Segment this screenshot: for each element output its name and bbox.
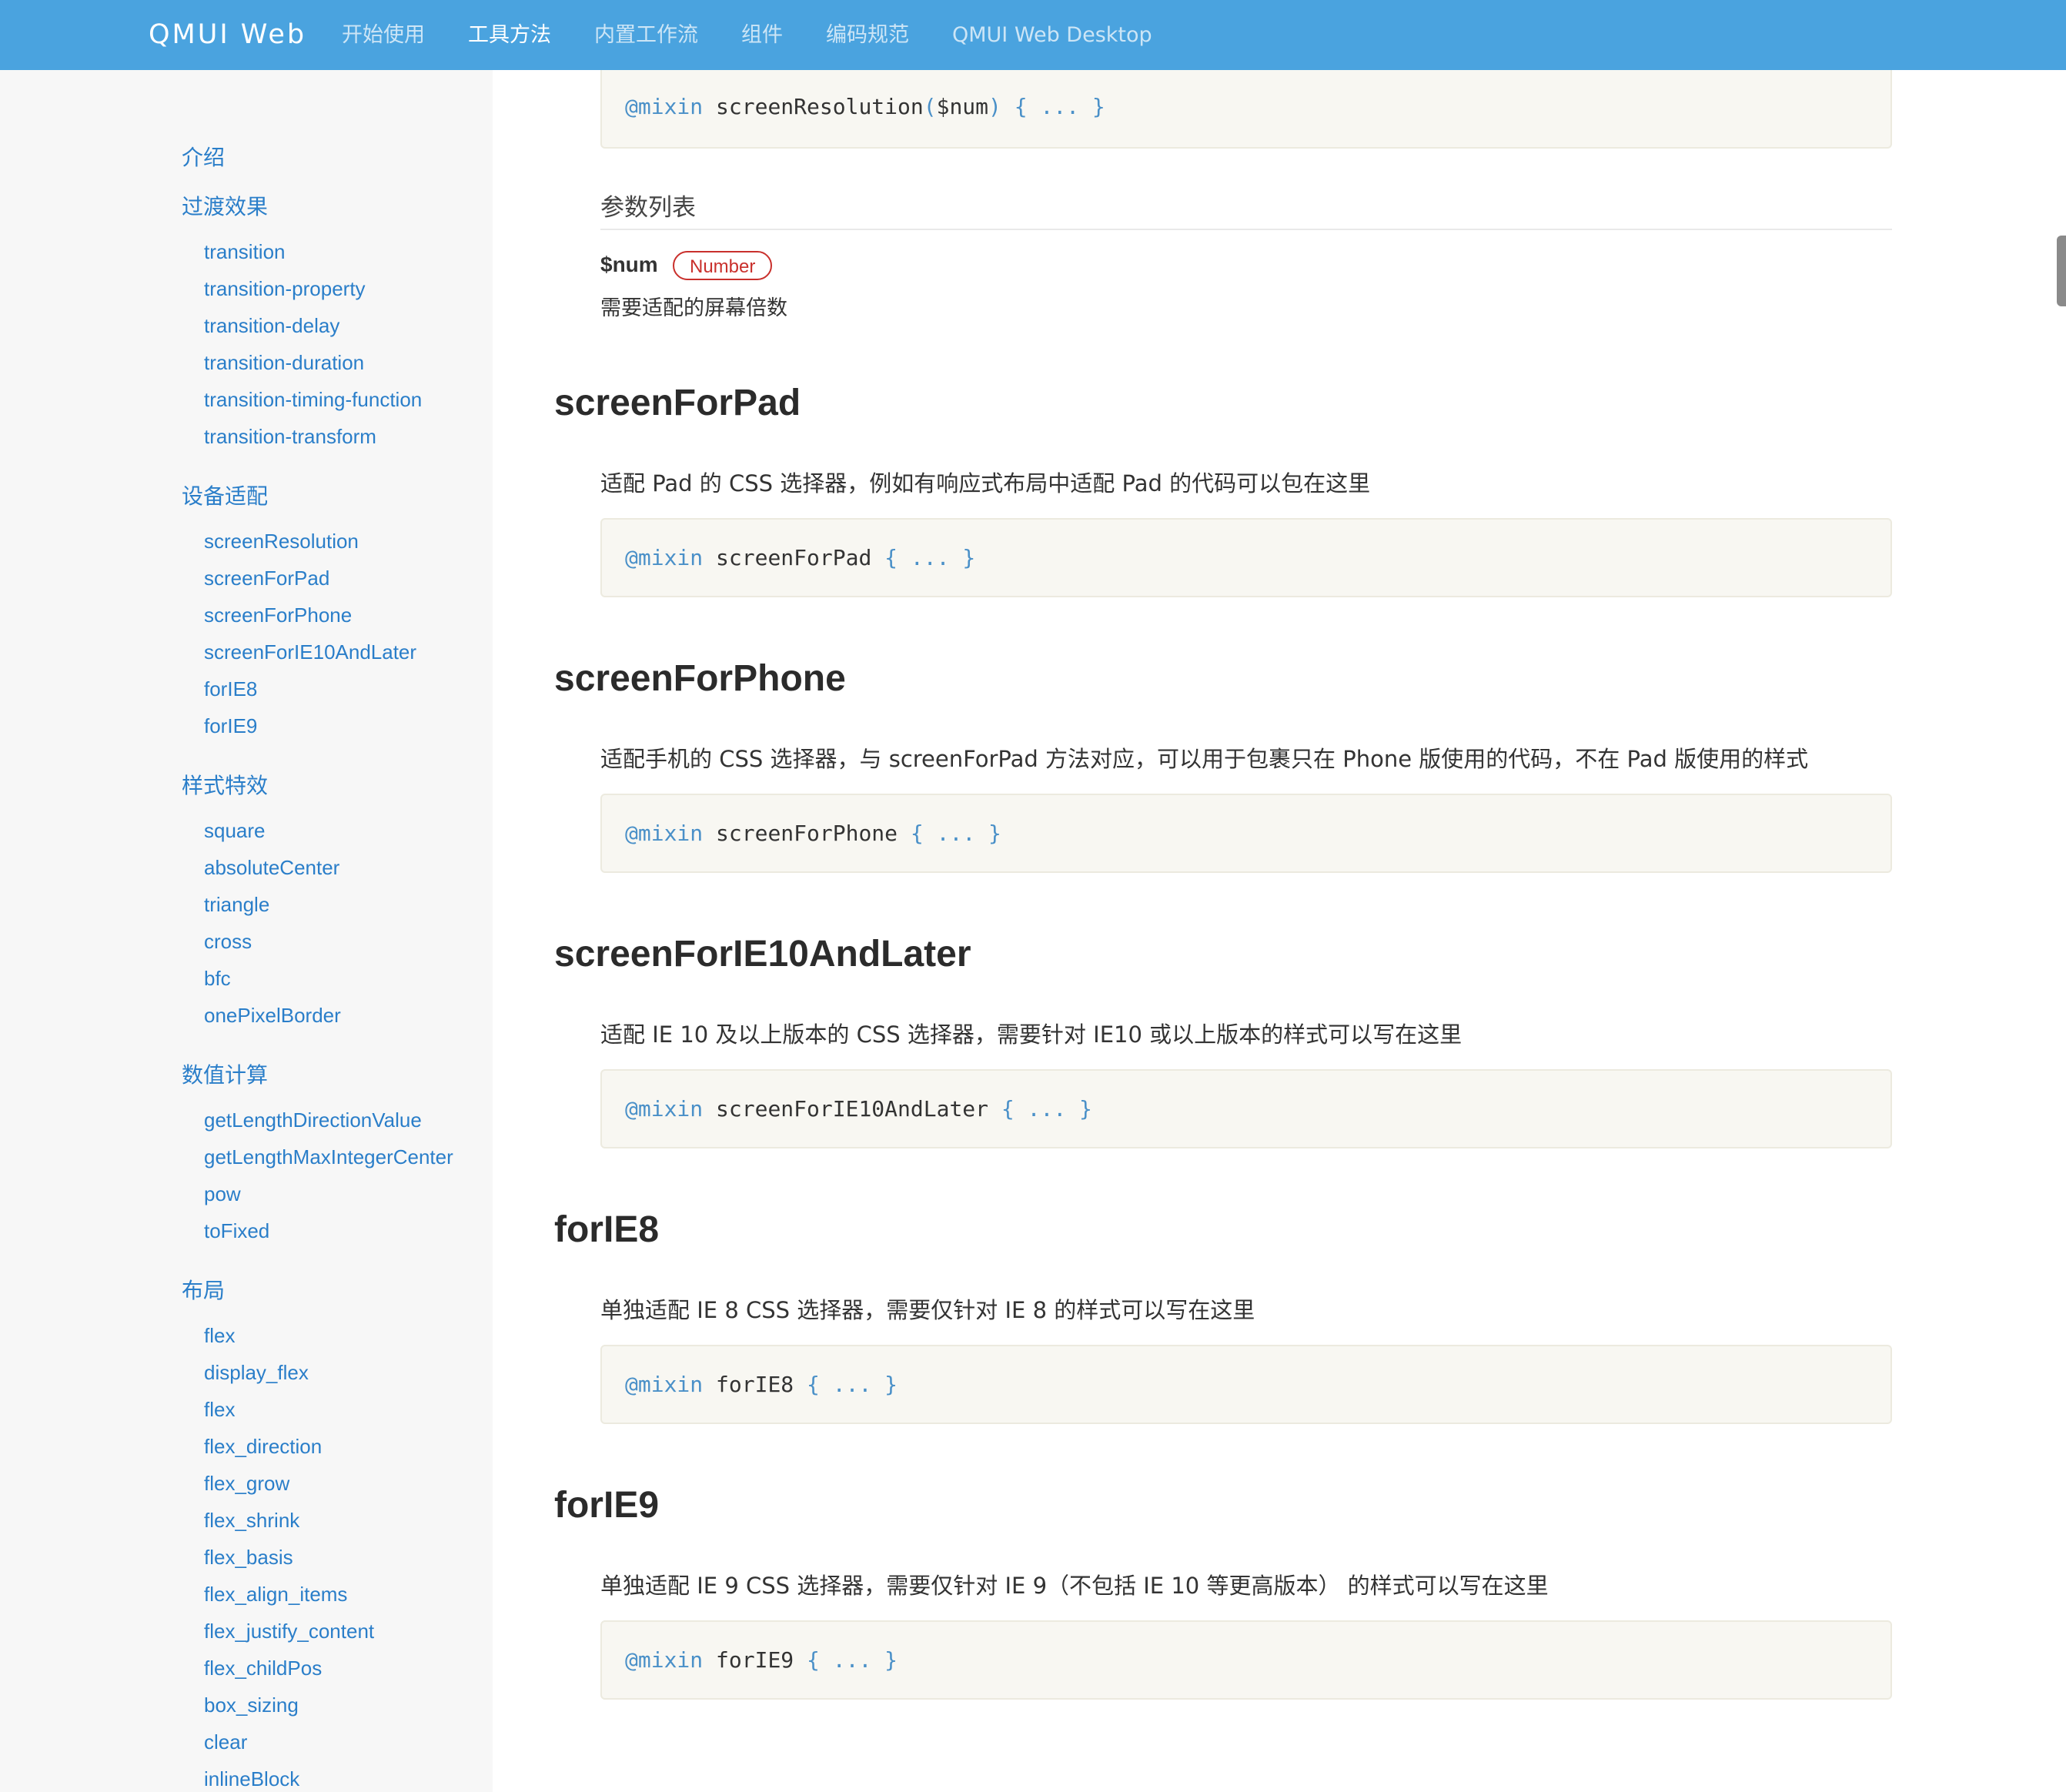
sidebar-item-flex_shrink[interactable]: flex_shrink [204,1509,299,1533]
section-desc-screenForPhone: 适配手机的 CSS 选择器，与 screenForPad 方法对应，可以用于包裹… [600,746,1809,772]
sidebar-item-flex_childPos[interactable]: flex_childPos [204,1657,322,1680]
sidebar-item-toFixed[interactable]: toFixed [204,1219,269,1243]
code-name: forIE8 [716,1372,794,1397]
code-keyword: @mixin [625,545,704,570]
code-arg: $num [936,93,989,119]
sidebar-item-cross[interactable]: cross [204,930,252,954]
sidebar-group-calc[interactable]: 数值计算 [182,1058,268,1089]
code-block-screenForPhone: @mixin screenForPhone { ... } [600,794,1892,873]
param-type-badge: Number [673,251,773,280]
nav-item-tools[interactable]: 工具方法 [468,0,551,70]
section-title-screenForIE10AndLater: screenForIE10AndLater [554,934,971,975]
sidebar-item-screenForIE10AndLater[interactable]: screenForIE10AndLater [204,640,416,664]
code-body: { ... } [807,1647,898,1673]
section-desc-screenForIE10AndLater: 适配 IE 10 及以上版本的 CSS 选择器，需要针对 IE10 或以上版本的… [600,1021,1463,1048]
sidebar-item-display_flex[interactable]: display_flex [204,1361,309,1385]
section-desc-forIE8: 单独适配 IE 8 CSS 选择器，需要仅针对 IE 8 的样式可以写在这里 [600,1297,1255,1323]
sidebar-item-getLengthMaxIntegerCenter[interactable]: getLengthMaxIntegerCenter [204,1145,453,1169]
sidebar-group-device[interactable]: 设备适配 [182,480,268,510]
sidebar-item-flex_direction[interactable]: flex_direction [204,1435,322,1459]
code-block-forIE8: @mixin forIE8 { ... } [600,1345,1892,1424]
section-desc-screenForPad: 适配 Pad 的 CSS 选择器，例如有响应式布局中适配 Pad 的代码可以包在… [600,470,1371,496]
sidebar-item-pow[interactable]: pow [204,1182,241,1206]
section-title-screenForPhone: screenForPhone [554,658,846,699]
sidebar-item-transition-timing-function[interactable]: transition-timing-function [204,388,422,412]
code-body: { ... } [807,1372,898,1397]
sidebar-item-transition-duration[interactable]: transition-duration [204,351,364,375]
nav-item-coding-standards[interactable]: 编码规范 [826,0,909,70]
top-navbar: QMUI Web 开始使用 工具方法 内置工作流 组件 编码规范 QMUI We… [0,0,2066,70]
sidebar-item-flex[interactable]: flex [204,1324,235,1348]
section-title-screenForPad: screenForPad [554,383,801,423]
code-body: { ... } [910,821,1001,846]
code-block-screenForIE10AndLater: @mixin screenForIE10AndLater { ... } [600,1069,1892,1148]
param-description: 需要适配的屏幕倍数 [600,296,787,320]
nav-item-components[interactable]: 组件 [741,0,783,70]
sidebar-intro[interactable]: 介绍 [182,141,225,172]
sidebar-item-square[interactable]: square [204,819,266,843]
sidebar-group-style[interactable]: 样式特效 [182,769,268,800]
nav-item-workflow[interactable]: 内置工作流 [594,0,698,70]
code-name: screenResolution [716,93,924,119]
section-desc-forIE9: 单独适配 IE 9 CSS 选择器，需要仅针对 IE 9（不包括 IE 10 等… [600,1573,1549,1599]
section-title-forIE8: forIE8 [554,1209,660,1250]
code-body: { ... } [1001,93,1105,119]
code-name: screenForPhone [716,821,898,846]
brand-logo[interactable]: QMUI Web [149,0,306,70]
sidebar-item-screenForPad[interactable]: screenForPad [204,567,329,590]
code-keyword: @mixin [625,1647,704,1673]
sidebar-item-forIE8[interactable]: forIE8 [204,677,257,701]
code-body: { ... } [1001,1096,1092,1122]
sidebar-item-screenForPhone[interactable]: screenForPhone [204,603,352,627]
params-divider [600,229,1892,230]
sidebar-item-screenResolution[interactable]: screenResolution [204,530,359,553]
code-name: screenForIE10AndLater [716,1096,989,1122]
code-name: screenForPad [716,545,872,570]
nav-item-desktop[interactable]: QMUI Web Desktop [952,0,1152,70]
code-keyword: @mixin [625,821,704,846]
sidebar-item-triangle[interactable]: triangle [204,893,269,917]
sidebar-item-absoluteCenter[interactable]: absoluteCenter [204,856,339,880]
sidebar-item-flex-2[interactable]: flex [204,1398,235,1422]
page-scrollbar-thumb[interactable] [2057,236,2066,306]
sidebar-group-transition[interactable]: 过渡效果 [182,190,268,221]
sidebar-item-transition-delay[interactable]: transition-delay [204,314,339,338]
sidebar-item-flex_grow[interactable]: flex_grow [204,1472,289,1496]
sidebar-group-layout[interactable]: 布局 [182,1274,225,1305]
sidebar-item-flex_basis[interactable]: flex_basis [204,1546,293,1570]
nav-item-getting-started[interactable]: 开始使用 [342,0,425,70]
code-keyword: @mixin [625,1096,704,1122]
sidebar-item-inlineBlock[interactable]: inlineBlock [204,1767,299,1791]
code-block-forIE9: @mixin forIE9 { ... } [600,1620,1892,1700]
code-keyword: @mixin [625,93,704,119]
code-paren-open: ( [923,93,937,119]
sidebar-item-flex_align_items[interactable]: flex_align_items [204,1583,347,1606]
sidebar-item-getLengthDirectionValue[interactable]: getLengthDirectionValue [204,1108,422,1132]
sidebar-item-transition-transform[interactable]: transition-transform [204,425,376,449]
main-content: @mixin screenResolution($num) { ... } 参数… [493,65,2066,1792]
code-block-screenResolution: @mixin screenResolution($num) { ... } [600,65,1892,149]
code-paren-close: ) [988,93,1001,119]
sidebar: 介绍 过渡效果 transition transition-property t… [0,70,493,1792]
params-heading: 参数列表 [600,194,696,222]
main-nav: 开始使用 工具方法 内置工作流 组件 编码规范 QMUI Web Desktop [342,0,1195,70]
sidebar-item-transition-property[interactable]: transition-property [204,277,366,301]
param-name: $num [600,252,658,276]
code-body: { ... } [884,545,976,570]
sidebar-item-bfc[interactable]: bfc [204,967,231,991]
sidebar-item-transition[interactable]: transition [204,240,286,264]
code-block-screenForPad: @mixin screenForPad { ... } [600,518,1892,597]
sidebar-item-clear[interactable]: clear [204,1730,247,1754]
code-name: forIE9 [716,1647,794,1673]
sidebar-item-onePixelBorder[interactable]: onePixelBorder [204,1004,341,1028]
sidebar-item-forIE9[interactable]: forIE9 [204,714,257,738]
sidebar-item-flex_justify_content[interactable]: flex_justify_content [204,1620,374,1643]
code-keyword: @mixin [625,1372,704,1397]
section-title-forIE9: forIE9 [554,1485,660,1526]
sidebar-item-box_sizing[interactable]: box_sizing [204,1693,299,1717]
